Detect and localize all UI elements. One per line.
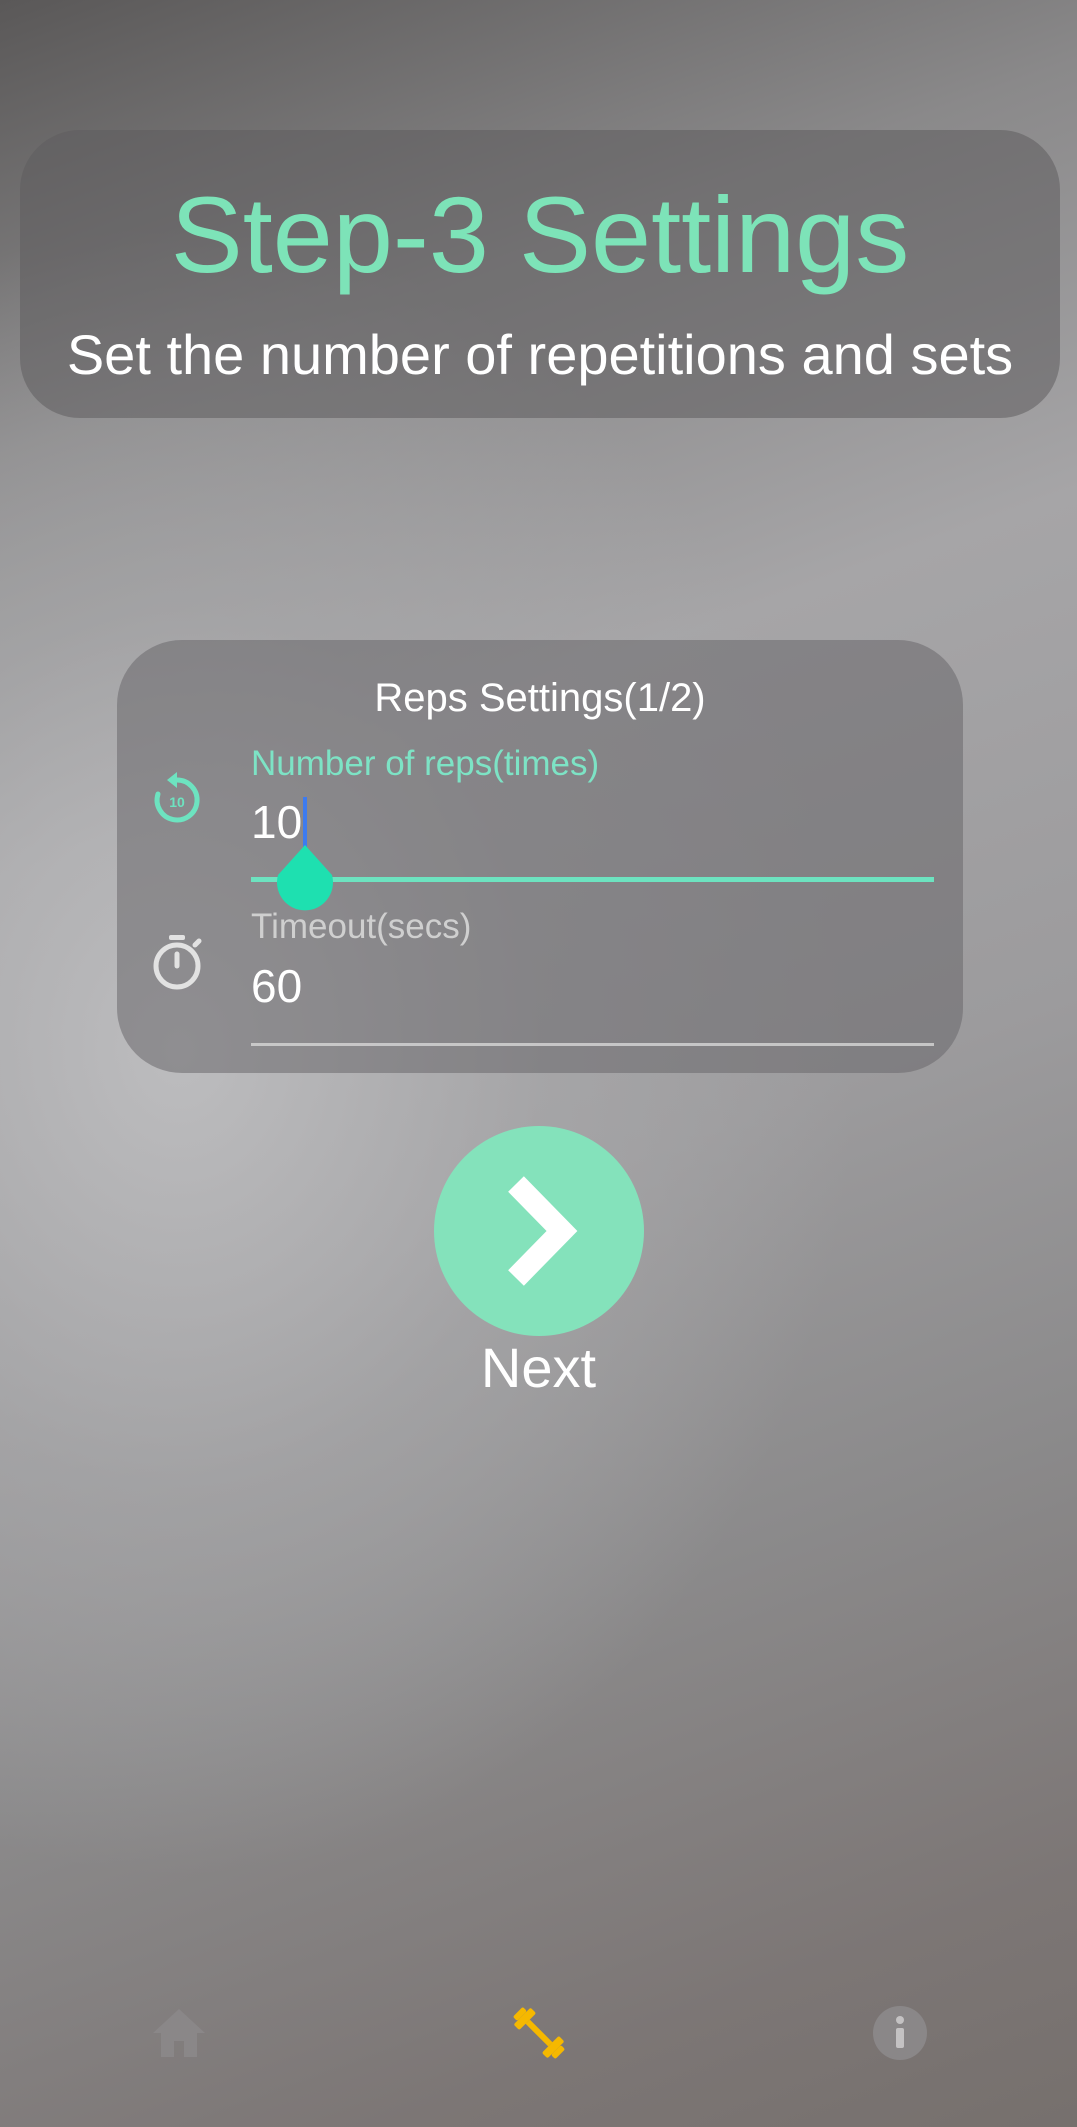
chevron-right-icon (508, 1176, 578, 1286)
reps-input-underline (251, 877, 934, 882)
timeout-input-underline (251, 1043, 934, 1046)
timeout-label: Timeout(secs) (251, 907, 472, 946)
text-cursor (303, 797, 307, 849)
svg-text:10: 10 (169, 794, 185, 810)
page-subtitle: Set the number of repetitions and sets (66, 323, 1014, 386)
timeout-input[interactable]: 60 (251, 958, 302, 1014)
home-icon[interactable] (149, 2003, 209, 2063)
dumbbell-icon[interactable] (509, 2003, 569, 2063)
page-title: Step-3 Settings (170, 174, 910, 295)
timer-icon (153, 935, 202, 990)
header-card: Step-3 Settings Set the number of repeti… (20, 130, 1060, 418)
info-icon[interactable] (870, 2003, 930, 2063)
card-title: Reps Settings(1/2) (374, 676, 706, 720)
next-button[interactable] (434, 1126, 644, 1336)
reps-label: Number of reps(times) (251, 744, 600, 783)
replay-10-icon: 10 (154, 772, 200, 823)
next-label: Next (480, 1336, 597, 1399)
reps-settings-card: Reps Settings(1/2) 10 Number of reps(tim… (117, 640, 963, 1073)
reps-input[interactable]: 10 (251, 794, 302, 850)
